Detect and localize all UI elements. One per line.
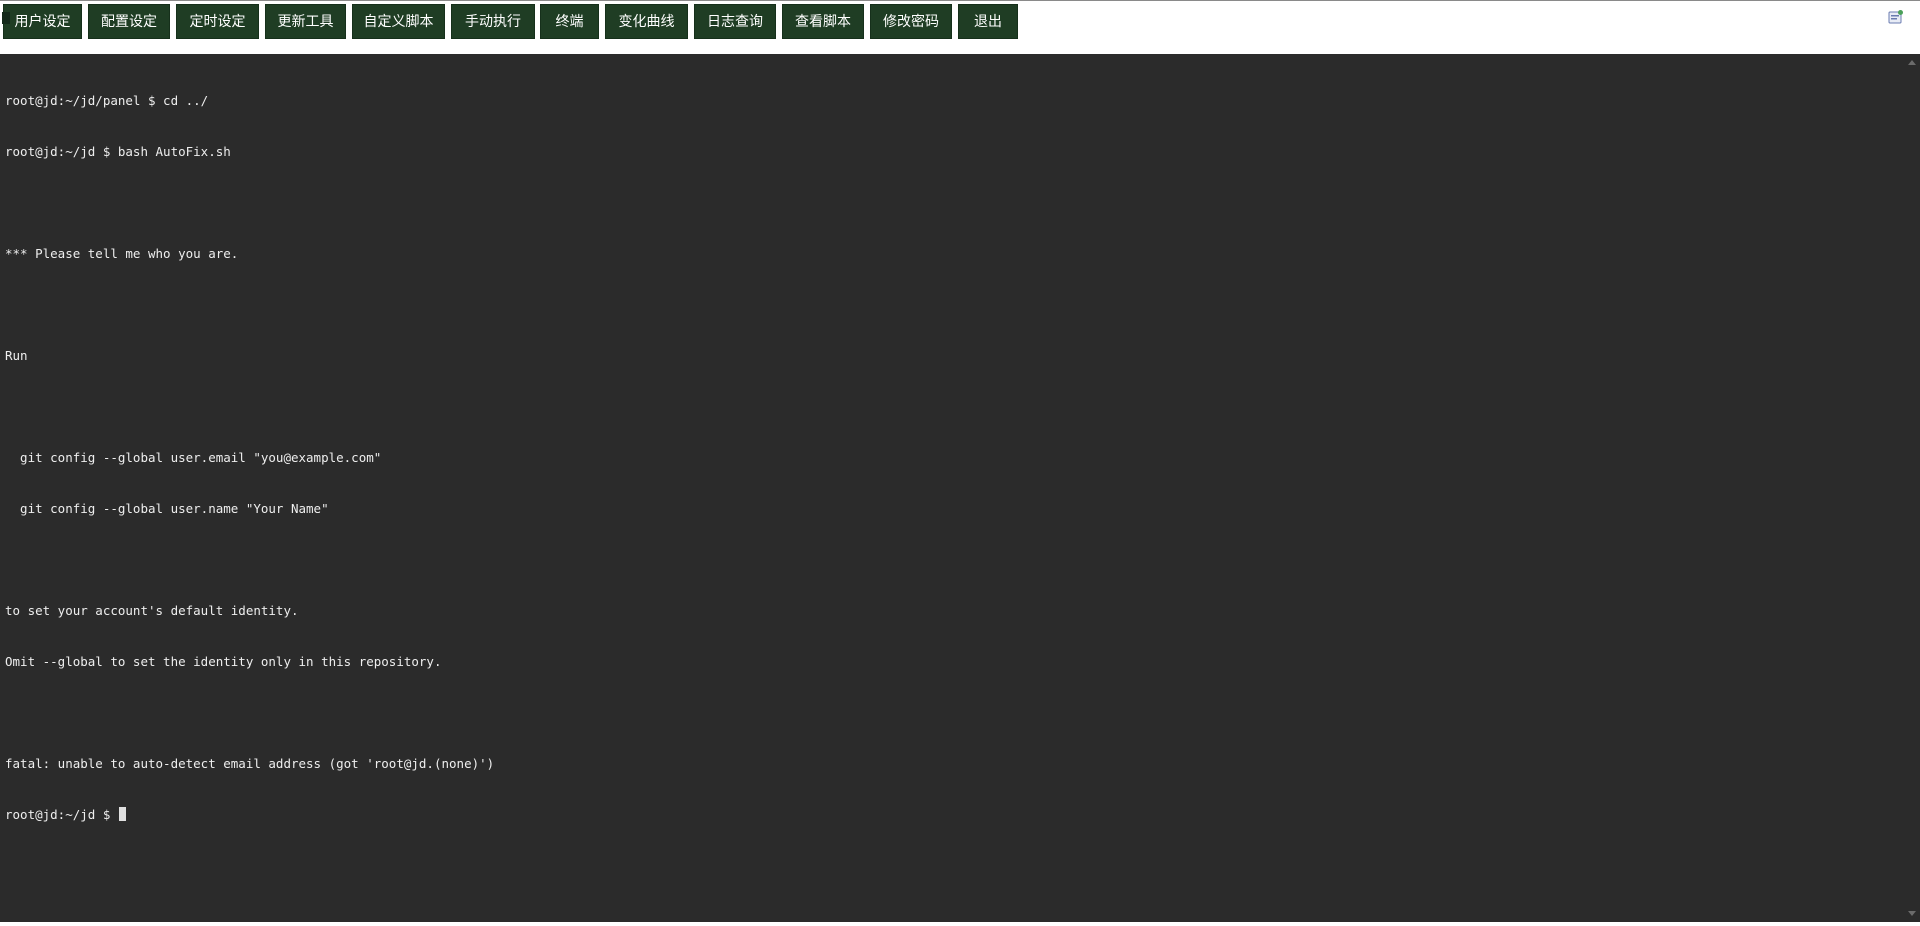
nav-button-update-tools[interactable]: 更新工具: [265, 4, 346, 39]
nav-button-change-password[interactable]: 修改密码: [870, 4, 952, 39]
terminal-line: root@jd:~/jd/panel $ cd ../: [5, 93, 209, 108]
terminal-prompt-line[interactable]: root@jd:~/jd $: [5, 806, 494, 823]
terminal-line: Run: [5, 348, 28, 363]
nav-button-user-settings[interactable]: 用户设定: [3, 4, 82, 39]
nav-button-log-query[interactable]: 日志查询: [694, 4, 776, 39]
terminal-line: Omit --global to set the identity only i…: [5, 654, 442, 669]
terminal[interactable]: root@jd:~/jd/panel $ cd ../ root@jd:~/jd…: [0, 54, 1920, 922]
scroll-down-arrow-icon[interactable]: [1908, 911, 1916, 916]
nav-button-schedule-settings[interactable]: 定时设定: [176, 4, 259, 39]
nav-button-manual-run[interactable]: 手动执行: [451, 4, 535, 39]
terminal-line: root@jd:~/jd $ bash AutoFix.sh: [5, 144, 231, 159]
page: 用户设定 配置设定 定时设定 更新工具 自定义脚本 手动执行 终端 变化曲线 日…: [0, 0, 1920, 926]
corner-mark: [2, 12, 10, 24]
nav-bar: 用户设定 配置设定 定时设定 更新工具 自定义脚本 手动执行 终端 变化曲线 日…: [0, 1, 1920, 53]
terminal-line: git config --global user.email "you@exam…: [5, 450, 382, 465]
terminal-line: *** Please tell me who you are.: [5, 246, 239, 261]
scroll-up-arrow-icon[interactable]: [1908, 60, 1916, 65]
terminal-line: to set your account's default identity.: [5, 603, 299, 618]
terminal-line: fatal: unable to auto-detect email addre…: [5, 756, 495, 771]
nav-button-terminal[interactable]: 终端: [540, 4, 599, 39]
terminal-output: root@jd:~/jd/panel $ cd ../ root@jd:~/jd…: [5, 58, 494, 857]
nav-button-config-settings[interactable]: 配置设定: [88, 4, 170, 39]
extension-icon[interactable]: [1888, 9, 1904, 25]
nav-button-view-script[interactable]: 查看脚本: [782, 4, 864, 39]
terminal-cursor: [118, 807, 126, 821]
terminal-line: git config --global user.name "Your Name…: [5, 501, 329, 516]
nav-button-custom-script[interactable]: 自定义脚本: [352, 4, 445, 39]
bottom-strip: [0, 922, 1920, 926]
terminal-scrollbar[interactable]: [1903, 54, 1920, 922]
terminal-prompt: root@jd:~/jd $: [5, 807, 118, 822]
nav-button-logout[interactable]: 退出: [958, 4, 1018, 39]
nav-button-change-curve[interactable]: 变化曲线: [605, 4, 688, 39]
